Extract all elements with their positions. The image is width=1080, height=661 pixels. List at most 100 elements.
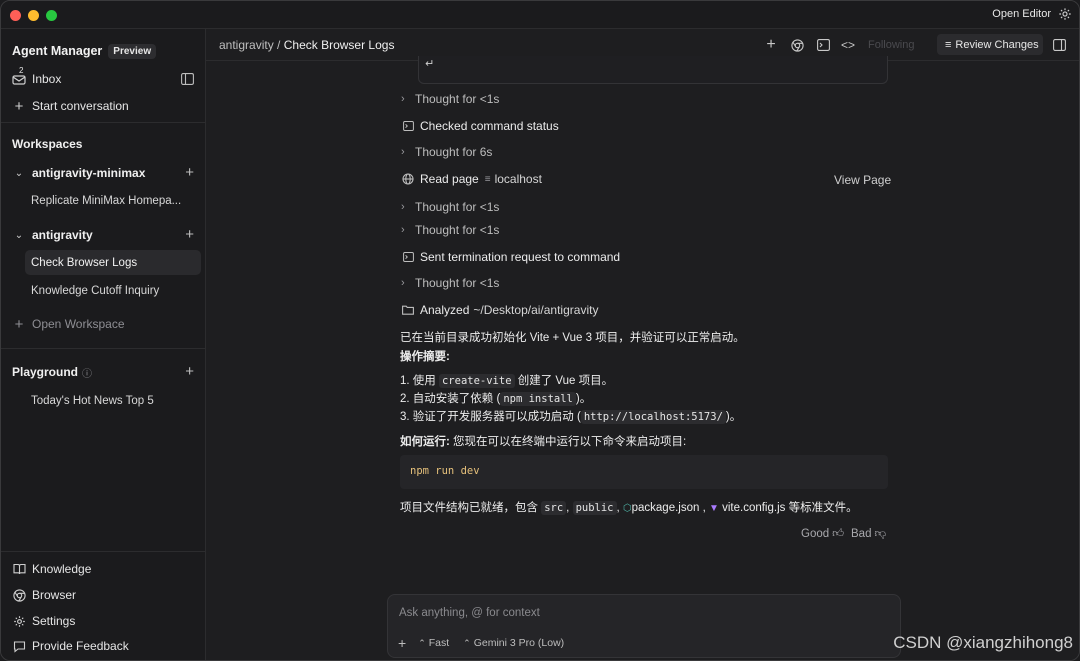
model-selector[interactable]: Gemini 3 Pro (Low) xyxy=(474,637,564,649)
sidebar-item-knowledge[interactable]: Knowledge xyxy=(1,557,206,581)
folder-icon xyxy=(401,303,415,317)
minimize-window-button[interactable] xyxy=(28,10,39,21)
step-label: Thought for <1s xyxy=(415,200,500,214)
plus-icon[interactable]: + xyxy=(763,36,779,53)
list-icon: ≡ xyxy=(945,38,952,51)
answer-intro: 已在当前目录成功初始化 Vite + Vue 3 项目，并验证可以正常启动。 xyxy=(400,332,745,344)
sidebar-item-browser[interactable]: Browser xyxy=(1,583,206,607)
step-thought[interactable]: › Thought for <1s xyxy=(401,276,499,290)
conversation-item[interactable]: Knowledge Cutoff Inquiry xyxy=(1,279,206,303)
list-text: )。 xyxy=(725,411,742,423)
inline-code: public xyxy=(572,501,617,515)
chrome-icon[interactable] xyxy=(789,37,805,53)
workspaces-heading: Workspaces xyxy=(1,132,206,156)
good-feedback-button[interactable]: Good 👍︎ xyxy=(801,527,844,541)
breadcrumb-current: Check Browser Logs xyxy=(283,38,395,52)
start-conversation-button[interactable]: + Start conversation xyxy=(1,94,206,118)
summary-list-item: 2. 自动安装了依赖 (npm install)。 xyxy=(400,390,591,406)
mode-selector[interactable]: Fast xyxy=(429,637,449,649)
add-playground-icon[interactable]: + xyxy=(185,364,194,379)
sidebar: Agent Manager Preview 2 Inbox + Start co… xyxy=(1,29,206,660)
add-conversation-icon[interactable]: + xyxy=(185,165,194,180)
step-thought[interactable]: › Thought for <1s xyxy=(401,200,499,214)
globe-icon xyxy=(401,172,415,186)
workspace-antigravity-minimax[interactable]: ⌄ antigravity-minimax + xyxy=(1,161,206,185)
return-icon: ↵ xyxy=(425,58,435,70)
sidebar-item-label: Knowledge xyxy=(32,562,92,576)
plus-icon: + xyxy=(14,97,24,115)
vite-icon: ▼ xyxy=(709,503,719,514)
files-text: 项目文件结构已就绪，包含 xyxy=(400,502,542,514)
previous-code-block: ↵ xyxy=(418,56,888,84)
playground-label: Playground xyxy=(12,365,79,379)
review-changes-label: Review Changes xyxy=(955,38,1039,51)
step-termination[interactable]: Sent termination request to command xyxy=(401,250,620,264)
divider xyxy=(1,551,206,552)
conversation-item-active[interactable]: Check Browser Logs xyxy=(25,250,201,275)
chat-input[interactable]: Ask anything, @ for context xyxy=(399,607,540,619)
sidebar-item-inbox[interactable]: 2 Inbox xyxy=(1,66,206,91)
step-label: Thought for 6s xyxy=(415,145,493,159)
view-page-button[interactable]: View Page xyxy=(834,173,891,187)
add-conversation-icon[interactable]: + xyxy=(185,227,194,242)
toggle-panel-icon[interactable] xyxy=(1051,37,1067,53)
chevron-down-icon: ⌄ xyxy=(14,167,24,179)
step-label: Checked command status xyxy=(420,119,559,133)
node-package-icon: ⬡ xyxy=(622,503,632,514)
code-icon[interactable]: <> xyxy=(840,37,856,53)
playground-heading: Playground ⓘ + xyxy=(1,360,206,384)
playground-item[interactable]: Today's Hot News Top 5 xyxy=(1,389,206,413)
howto-text: 您现在可以在终端中运行以下命令来启动项目: xyxy=(449,436,687,448)
open-editor-button[interactable]: Open Editor xyxy=(992,8,1051,20)
start-conversation-label: Start conversation xyxy=(32,99,129,113)
book-icon xyxy=(12,562,26,576)
add-context-icon[interactable]: + xyxy=(398,635,406,651)
chat-input-box[interactable]: Ask anything, @ for context + ⌃ Fast ⌃ G… xyxy=(387,594,901,658)
toggle-sidebar-icon[interactable] xyxy=(181,73,194,85)
step-thought[interactable]: › Thought for 6s xyxy=(401,145,492,159)
inline-code: src xyxy=(541,501,567,515)
file-name[interactable]: package.json xyxy=(632,502,700,514)
inline-code: http://localhost:5173/ xyxy=(580,410,726,424)
conversation-item[interactable]: Replicate MiniMax Homepa... xyxy=(1,189,206,213)
step-read-page[interactable]: Read page ≡ localhost xyxy=(401,172,542,186)
sidebar-item-settings[interactable]: Settings xyxy=(1,609,206,633)
bad-feedback-button[interactable]: Bad 👎︎ xyxy=(851,527,886,541)
divider xyxy=(1,348,206,349)
howto-heading: 如何运行: xyxy=(400,436,450,448)
sidebar-item-label: Settings xyxy=(32,614,76,628)
app-window: Open Editor Agent Manager Preview 2 Inbo… xyxy=(0,0,1080,661)
terminal-icon[interactable] xyxy=(815,37,831,53)
list-text: 1. 使用 xyxy=(400,375,439,387)
summary-list-item: 3. 验证了开发服务器可以成功启动 (http://localhost:5173… xyxy=(400,408,741,424)
list-text: 3. 验证了开发服务器可以成功启动 ( xyxy=(400,411,581,423)
step-analyzed[interactable]: Analyzed ~/Desktop/ai/antigravity xyxy=(401,303,598,317)
thumbs-down-icon: 👎︎ xyxy=(874,528,887,540)
file-name[interactable]: vite.config.js xyxy=(722,502,785,514)
summary-heading: 操作摘要: xyxy=(400,351,450,363)
page-target: localhost xyxy=(494,172,542,186)
app-title: Agent Manager xyxy=(12,44,103,58)
step-checked-command[interactable]: Checked command status xyxy=(401,119,559,133)
gear-icon[interactable] xyxy=(1058,7,1072,21)
workspace-antigravity[interactable]: ⌄ antigravity + xyxy=(1,223,206,247)
step-thought[interactable]: › Thought for <1s xyxy=(401,223,499,237)
command-code-block[interactable]: npm run dev xyxy=(400,455,888,489)
step-label: Read page xyxy=(420,172,479,186)
sidebar-item-feedback[interactable]: Provide Feedback xyxy=(1,634,206,658)
info-icon[interactable]: ⓘ xyxy=(82,365,92,380)
thumbs-up-icon: 👍︎ xyxy=(832,528,845,540)
workspace-name: antigravity-minimax xyxy=(32,166,146,180)
maximize-window-button[interactable] xyxy=(46,10,57,21)
open-workspace-button[interactable]: + Open Workspace xyxy=(1,312,206,336)
review-changes-button[interactable]: ≡ Review Changes xyxy=(937,34,1043,55)
conversation-content: ↵ › Thought for <1s Checked command stat… xyxy=(206,56,1079,660)
chevron-right-icon: › xyxy=(401,93,405,105)
breadcrumb: antigravity / Check Browser Logs xyxy=(219,38,394,52)
divider xyxy=(1,122,206,123)
preview-badge: Preview xyxy=(108,43,157,59)
following-toggle[interactable]: Following xyxy=(868,39,914,51)
close-window-button[interactable] xyxy=(10,10,21,21)
breadcrumb-workspace[interactable]: antigravity xyxy=(219,38,274,52)
step-thought[interactable]: › Thought for <1s xyxy=(401,92,499,106)
